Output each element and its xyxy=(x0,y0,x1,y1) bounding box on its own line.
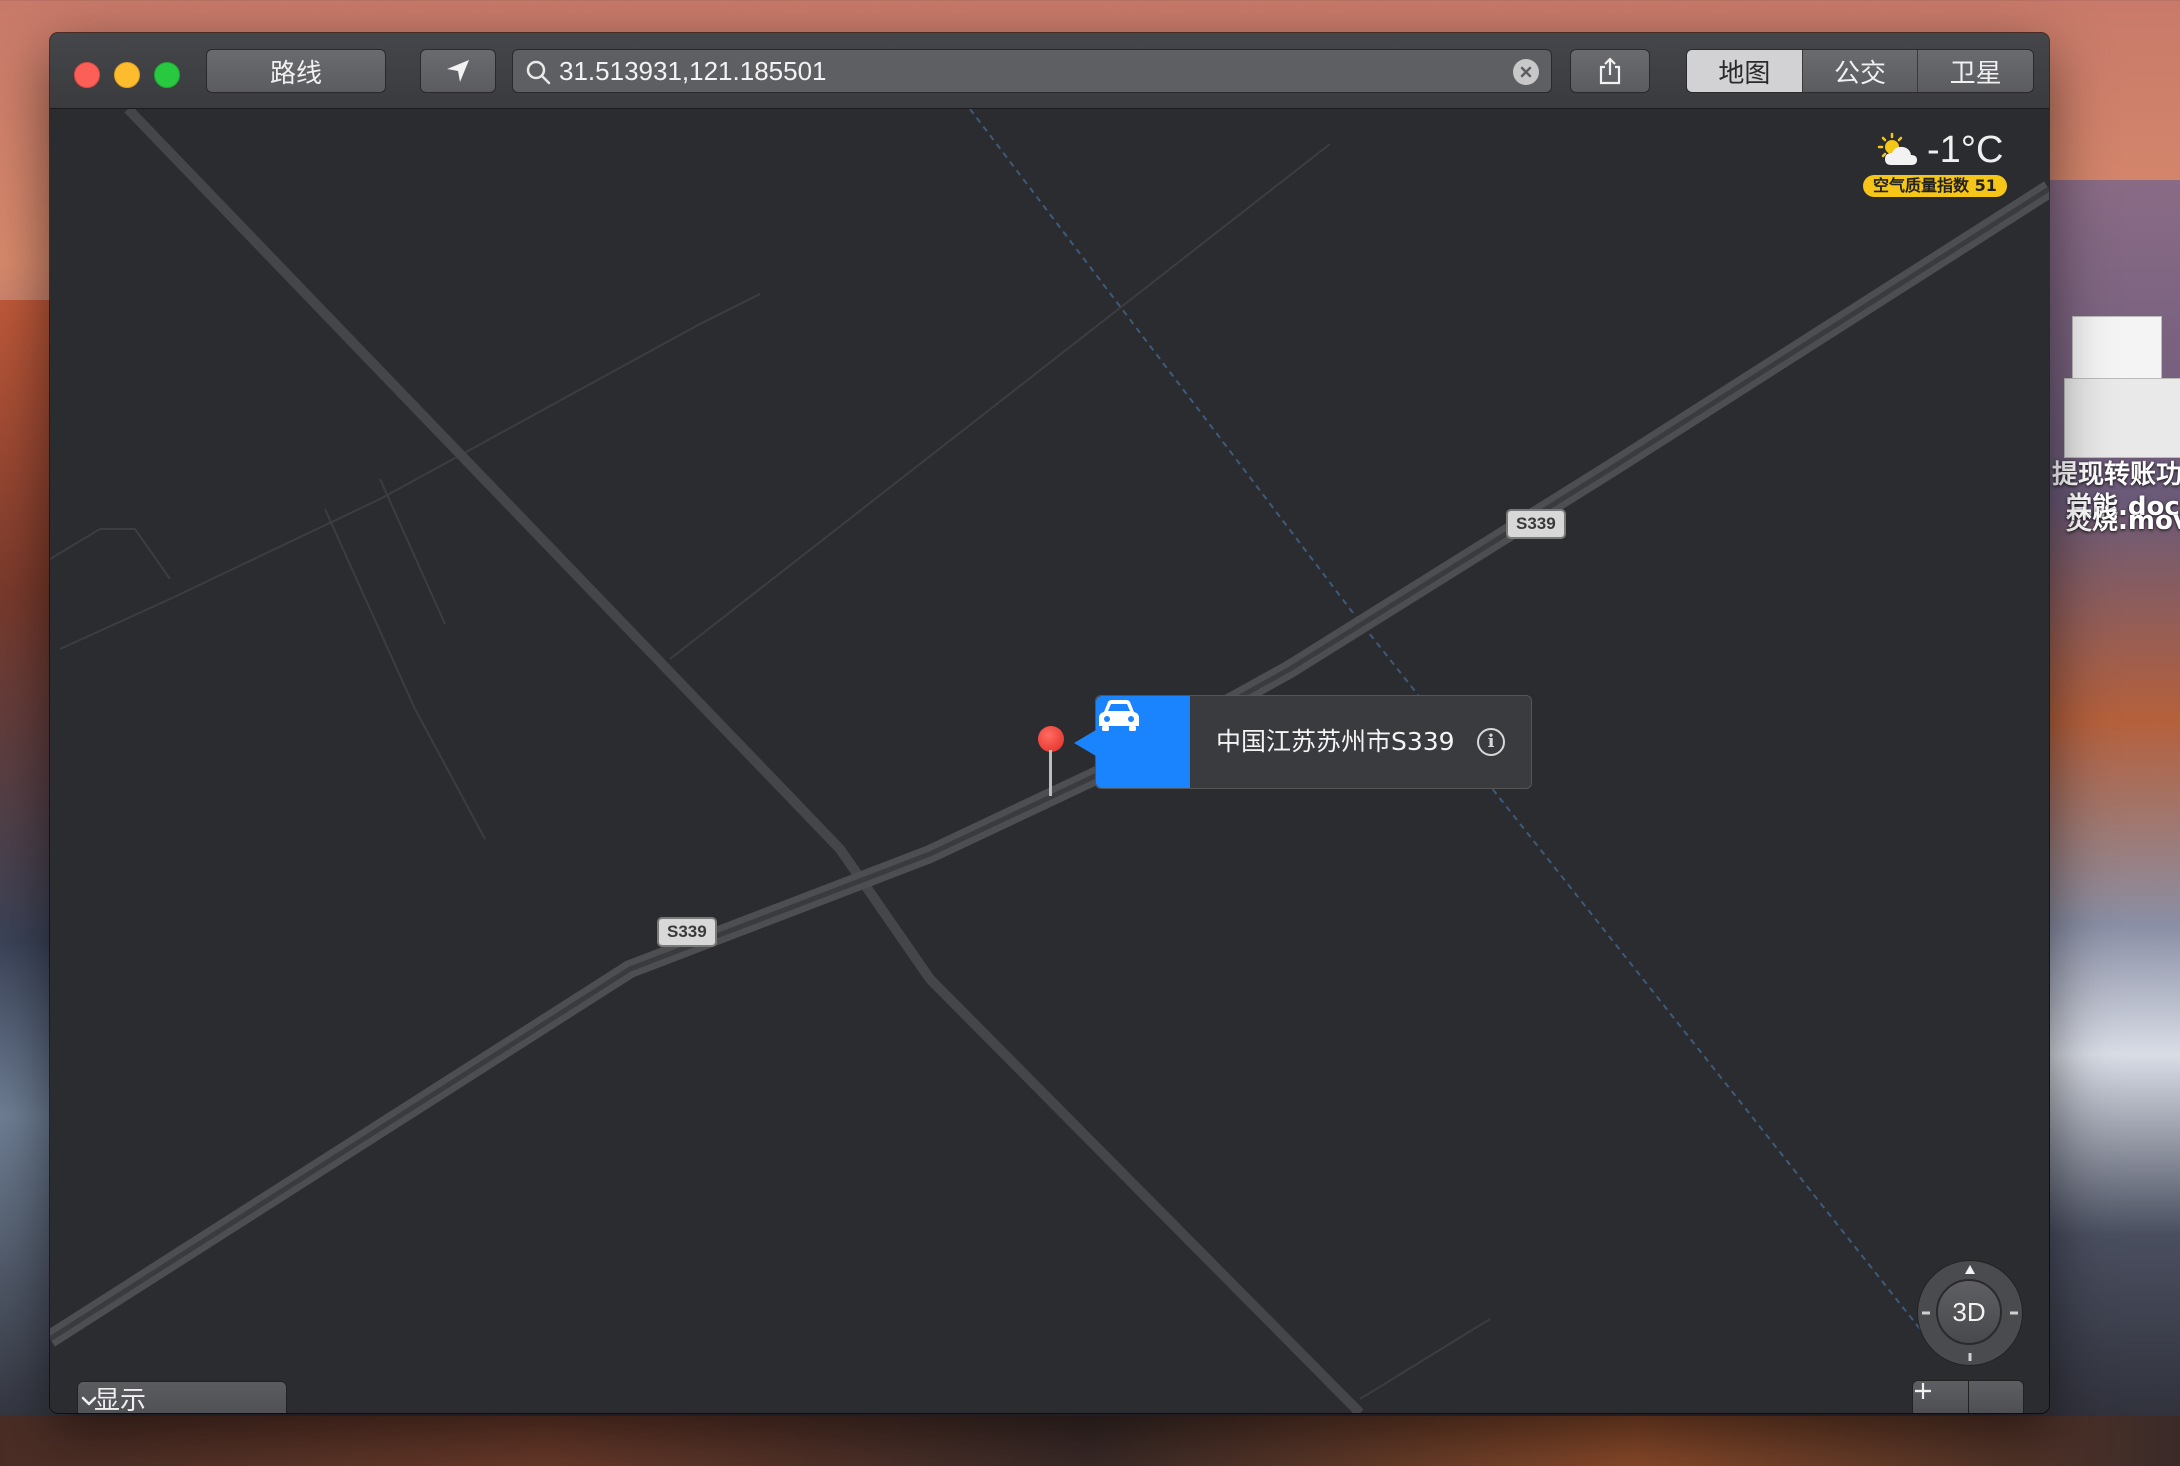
route-button[interactable]: 路线 xyxy=(206,49,386,93)
toolbar: 路线 31.513931,121.185501 地图 公交 卫星 xyxy=(50,33,2049,109)
plus-icon xyxy=(1915,1383,1931,1399)
tab-satellite[interactable]: 卫星 xyxy=(1917,50,2033,92)
location-callout[interactable]: 中国江苏苏州市S339 i xyxy=(1074,695,1532,789)
air-quality-badge: 空气质量指数 51 xyxy=(1863,175,2007,197)
car-icon xyxy=(1099,700,1139,731)
zoom-control xyxy=(1912,1380,2024,1413)
share-icon xyxy=(1599,57,1621,85)
search-field[interactable]: 31.513931,121.185501 xyxy=(512,49,1552,93)
maps-window: 路线 31.513931,121.185501 地图 公交 卫星 S339 S3… xyxy=(50,33,2049,1413)
close-icon xyxy=(1520,66,1532,78)
docx-thumbnail xyxy=(2072,316,2162,382)
road-shield: S339 xyxy=(657,917,717,947)
info-icon[interactable]: i xyxy=(1477,728,1505,756)
map-pin-icon[interactable] xyxy=(1038,726,1064,752)
search-input[interactable]: 31.513931,121.185501 xyxy=(559,50,827,92)
display-dropdown[interactable]: 显示 xyxy=(77,1381,287,1413)
current-location-button[interactable] xyxy=(420,49,496,93)
3d-button[interactable]: 3D xyxy=(1936,1279,2002,1345)
share-button[interactable] xyxy=(1570,49,1650,93)
chevron-down-icon xyxy=(81,1396,97,1406)
desktop-wallpaper-bottom xyxy=(0,1416,2180,1466)
zoom-button[interactable] xyxy=(154,62,180,88)
callout-title: 中国江苏苏州市S339 xyxy=(1216,727,1455,756)
partly-cloudy-icon xyxy=(1877,132,1917,165)
close-button[interactable] xyxy=(74,62,100,88)
minimize-button[interactable] xyxy=(114,62,140,88)
tab-map[interactable]: 地图 xyxy=(1687,50,1802,92)
road-shield: S339 xyxy=(1506,509,1566,539)
location-arrow-icon xyxy=(447,60,469,82)
tab-transit[interactable]: 公交 xyxy=(1801,50,1918,92)
map-type-segmented-control: 地图 公交 卫星 xyxy=(1686,49,2034,93)
compass-control[interactable]: 3D xyxy=(1917,1260,2023,1366)
display-dropdown-label: 显示 xyxy=(94,1386,147,1413)
desktop-file-label: 焚烧.mov xyxy=(2066,506,2180,536)
directions-button[interactable] xyxy=(1096,696,1190,788)
clear-search-icon[interactable] xyxy=(1513,59,1539,85)
weather-widget[interactable]: -1°C 空气质量指数 51 xyxy=(1863,129,2025,197)
temperature: -1°C xyxy=(1927,129,2004,171)
search-icon xyxy=(526,60,551,85)
zoom-in-button[interactable] xyxy=(1915,1380,2024,1413)
map-pin-needle xyxy=(1049,750,1052,796)
callout-arrow xyxy=(1074,730,1096,756)
map-canvas[interactable]: S339 S339 中国江苏苏州市S339 i -1°C 空气质量指数 51 显… xyxy=(50,109,2049,1413)
mov-thumbnail xyxy=(2064,378,2180,458)
